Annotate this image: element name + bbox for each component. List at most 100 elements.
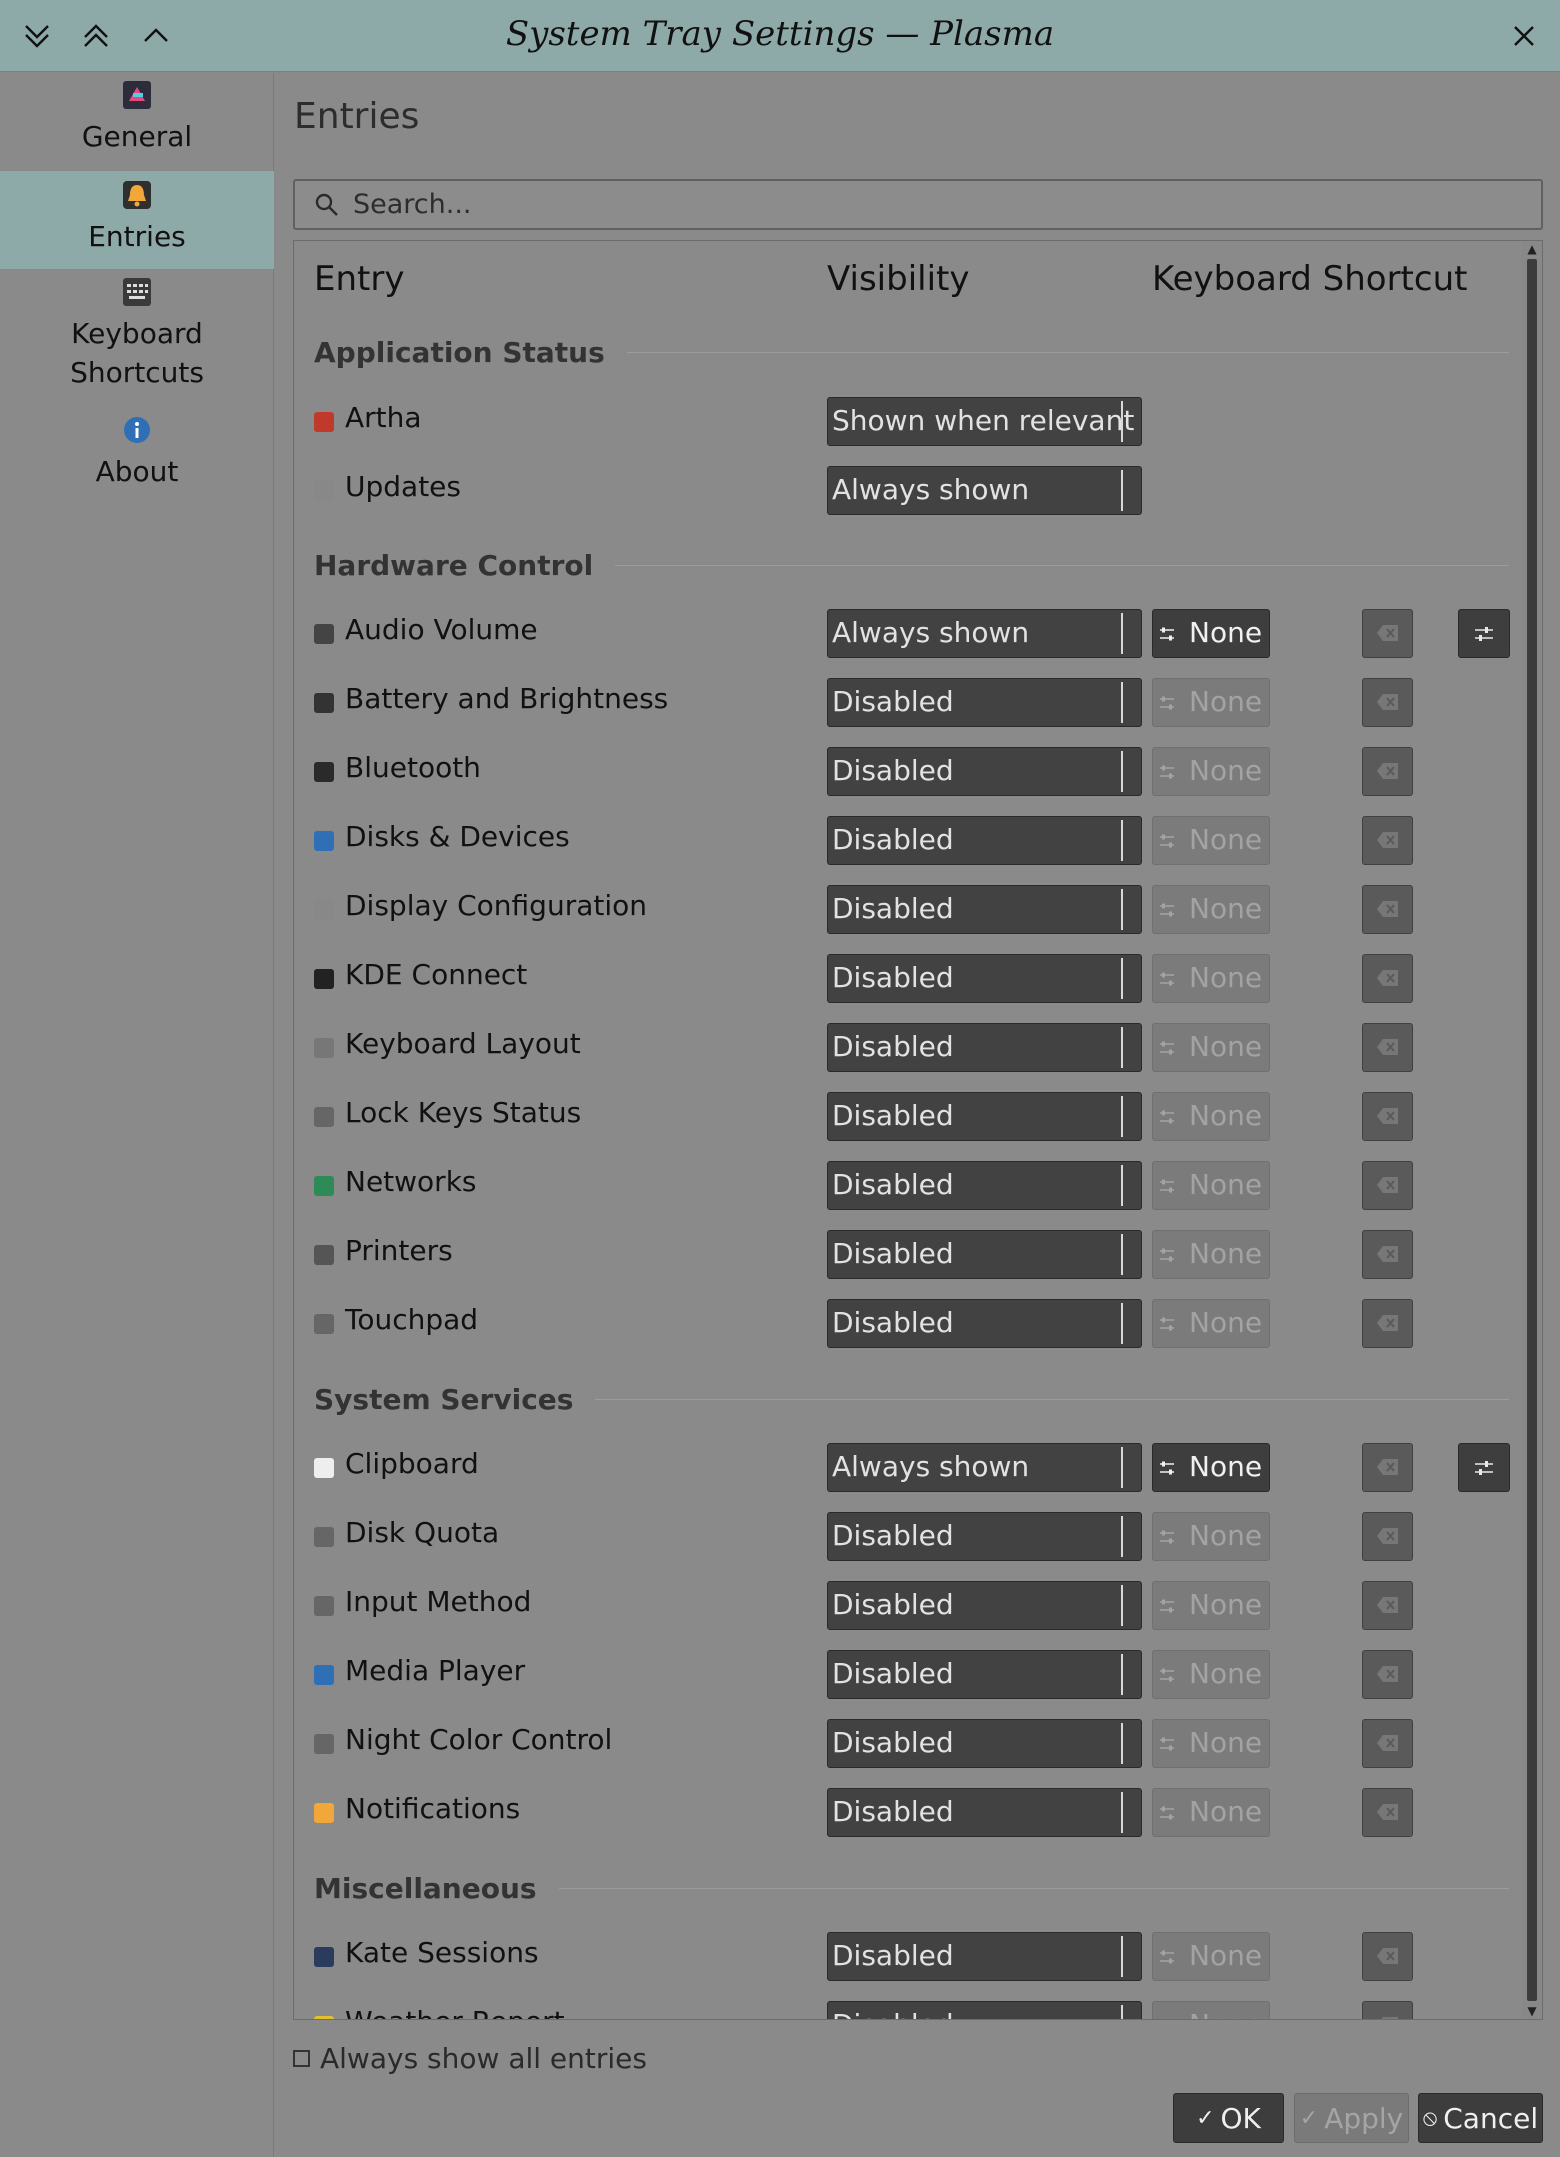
visibility-select[interactable]: Disabled <box>827 1230 1142 1279</box>
visibility-select[interactable]: Disabled <box>827 1092 1142 1141</box>
close-icon[interactable] <box>1502 14 1546 58</box>
sidebar-item-keyboard-shortcuts[interactable]: Keyboard Shortcuts <box>0 276 274 396</box>
configure-icon <box>1475 1461 1493 1475</box>
keyboard-layout-icon <box>314 1038 334 1058</box>
visibility-value: Disabled <box>832 1168 954 1201</box>
clear-shortcut-button[interactable] <box>1362 2001 1413 2019</box>
list-item: Input Method Disabled None <box>294 1581 1519 1631</box>
shortcut-button[interactable]: None <box>1152 609 1270 658</box>
visibility-select[interactable]: Disabled <box>827 747 1142 796</box>
clear-shortcut-button[interactable] <box>1362 747 1413 796</box>
visibility-value: Disabled <box>832 685 954 718</box>
clear-shortcut-button[interactable] <box>1362 954 1413 1003</box>
visibility-select[interactable]: Disabled <box>827 816 1142 865</box>
clear-shortcut-button[interactable] <box>1362 1512 1413 1561</box>
visibility-select[interactable]: Shown when relevant <box>827 397 1142 446</box>
shortcut-label: None <box>1189 1726 1263 1759</box>
shortcut-button[interactable]: None <box>1152 1092 1270 1141</box>
entry-name: KDE Connect <box>345 958 528 991</box>
scrollbar[interactable]: ▲ ▼ <box>1522 241 1542 2019</box>
backspace-icon <box>1377 832 1398 848</box>
visibility-select[interactable]: Disabled <box>827 1650 1142 1699</box>
clear-shortcut-button[interactable] <box>1362 1932 1413 1981</box>
clear-shortcut-button[interactable] <box>1362 1581 1413 1630</box>
visibility-select[interactable]: Disabled <box>827 1023 1142 1072</box>
shortcut-button[interactable]: None <box>1152 1230 1270 1279</box>
visibility-select[interactable]: Disabled <box>827 678 1142 727</box>
entry-name: Kate Sessions <box>345 1936 539 1969</box>
shortcut-button[interactable]: None <box>1152 1788 1270 1837</box>
shortcut-button[interactable]: None <box>1152 1161 1270 1210</box>
scroll-up-arrow[interactable]: ▲ <box>1526 243 1538 255</box>
backspace-icon <box>1377 625 1398 641</box>
visibility-select[interactable]: Always shown <box>827 1443 1142 1492</box>
sidebar-item-about[interactable]: About <box>0 414 274 504</box>
clear-shortcut-button[interactable] <box>1362 816 1413 865</box>
shortcut-button[interactable]: None <box>1152 954 1270 1003</box>
configure-button[interactable] <box>1458 609 1510 658</box>
clear-shortcut-button[interactable] <box>1362 1023 1413 1072</box>
clear-shortcut-button[interactable] <box>1362 1443 1413 1492</box>
shortcut-button[interactable]: None <box>1152 1719 1270 1768</box>
visibility-select[interactable]: Disabled <box>827 1512 1142 1561</box>
shortcut-button[interactable]: None <box>1152 1023 1270 1072</box>
shortcut-label: None <box>1189 1795 1263 1828</box>
visibility-select[interactable]: Disabled <box>827 1788 1142 1837</box>
visibility-select[interactable]: Disabled <box>827 1299 1142 1348</box>
shortcut-button[interactable]: None <box>1152 1581 1270 1630</box>
shortcut-button[interactable]: None <box>1152 1512 1270 1561</box>
shortcut-button[interactable]: None <box>1152 678 1270 727</box>
clear-shortcut-button[interactable] <box>1362 1230 1413 1279</box>
scroll-thumb[interactable] <box>1527 259 1537 2001</box>
visibility-select[interactable]: Disabled <box>827 1932 1142 1981</box>
clear-shortcut-button[interactable] <box>1362 609 1413 658</box>
clear-shortcut-button[interactable] <box>1362 1092 1413 1141</box>
clear-shortcut-button[interactable] <box>1362 1719 1413 1768</box>
visibility-select[interactable]: Disabled <box>827 885 1142 934</box>
always-show-all-checkbox[interactable]: Always show all entries <box>293 2042 647 2075</box>
shortcut-button[interactable]: None <box>1152 747 1270 796</box>
visibility-select[interactable]: Disabled <box>827 1719 1142 1768</box>
shortcut-icon <box>1160 834 1174 848</box>
visibility-select[interactable]: Always shown <box>827 466 1142 515</box>
entry-name: Bluetooth <box>345 751 481 784</box>
dropdown-arrow-icon <box>1121 1936 1141 1977</box>
clear-shortcut-button[interactable] <box>1362 1299 1413 1348</box>
search-icon <box>315 193 338 216</box>
keyboard-icon <box>123 278 151 306</box>
visibility-select[interactable]: Disabled <box>827 1161 1142 1210</box>
checkbox-box[interactable] <box>293 2050 310 2067</box>
scroll-down-arrow[interactable]: ▼ <box>1526 2005 1538 2017</box>
entry-name: Lock Keys Status <box>345 1096 582 1129</box>
search-box[interactable] <box>293 179 1543 230</box>
visibility-select[interactable]: Always shown <box>827 609 1142 658</box>
input-method-icon <box>314 1596 334 1616</box>
shortcut-button[interactable]: None <box>1152 885 1270 934</box>
list-item: Battery and Brightness Disabled None <box>294 678 1519 728</box>
visibility-select[interactable]: Disabled <box>827 954 1142 1003</box>
clear-shortcut-button[interactable] <box>1362 1650 1413 1699</box>
shortcut-button[interactable]: None <box>1152 1932 1270 1981</box>
visibility-select[interactable]: Disabled <box>827 1581 1142 1630</box>
clear-shortcut-button[interactable] <box>1362 1788 1413 1837</box>
kate-icon <box>314 1947 334 1967</box>
configure-button[interactable] <box>1458 1443 1510 1492</box>
shortcut-button[interactable]: None <box>1152 1650 1270 1699</box>
apply-button[interactable]: ✓ Apply <box>1294 2093 1409 2143</box>
shortcut-label: None <box>1189 685 1263 718</box>
shortcut-button[interactable]: None <box>1152 2001 1270 2019</box>
visibility-select[interactable]: Disabled <box>827 2001 1142 2019</box>
clear-shortcut-button[interactable] <box>1362 678 1413 727</box>
shortcut-button[interactable]: None <box>1152 1299 1270 1348</box>
shortcut-icon <box>1160 696 1174 710</box>
shortcut-button[interactable]: None <box>1152 816 1270 865</box>
shortcut-icon <box>1160 1041 1174 1055</box>
clear-shortcut-button[interactable] <box>1362 885 1413 934</box>
sidebar-item-general[interactable]: General <box>0 79 274 171</box>
search-input[interactable] <box>353 189 1453 220</box>
sidebar-item-entries[interactable]: Entries <box>0 171 274 269</box>
ok-button[interactable]: ✓ OK <box>1173 2093 1284 2143</box>
cancel-button[interactable]: ⦸ Cancel <box>1418 2093 1543 2143</box>
shortcut-button[interactable]: None <box>1152 1443 1270 1492</box>
clear-shortcut-button[interactable] <box>1362 1161 1413 1210</box>
